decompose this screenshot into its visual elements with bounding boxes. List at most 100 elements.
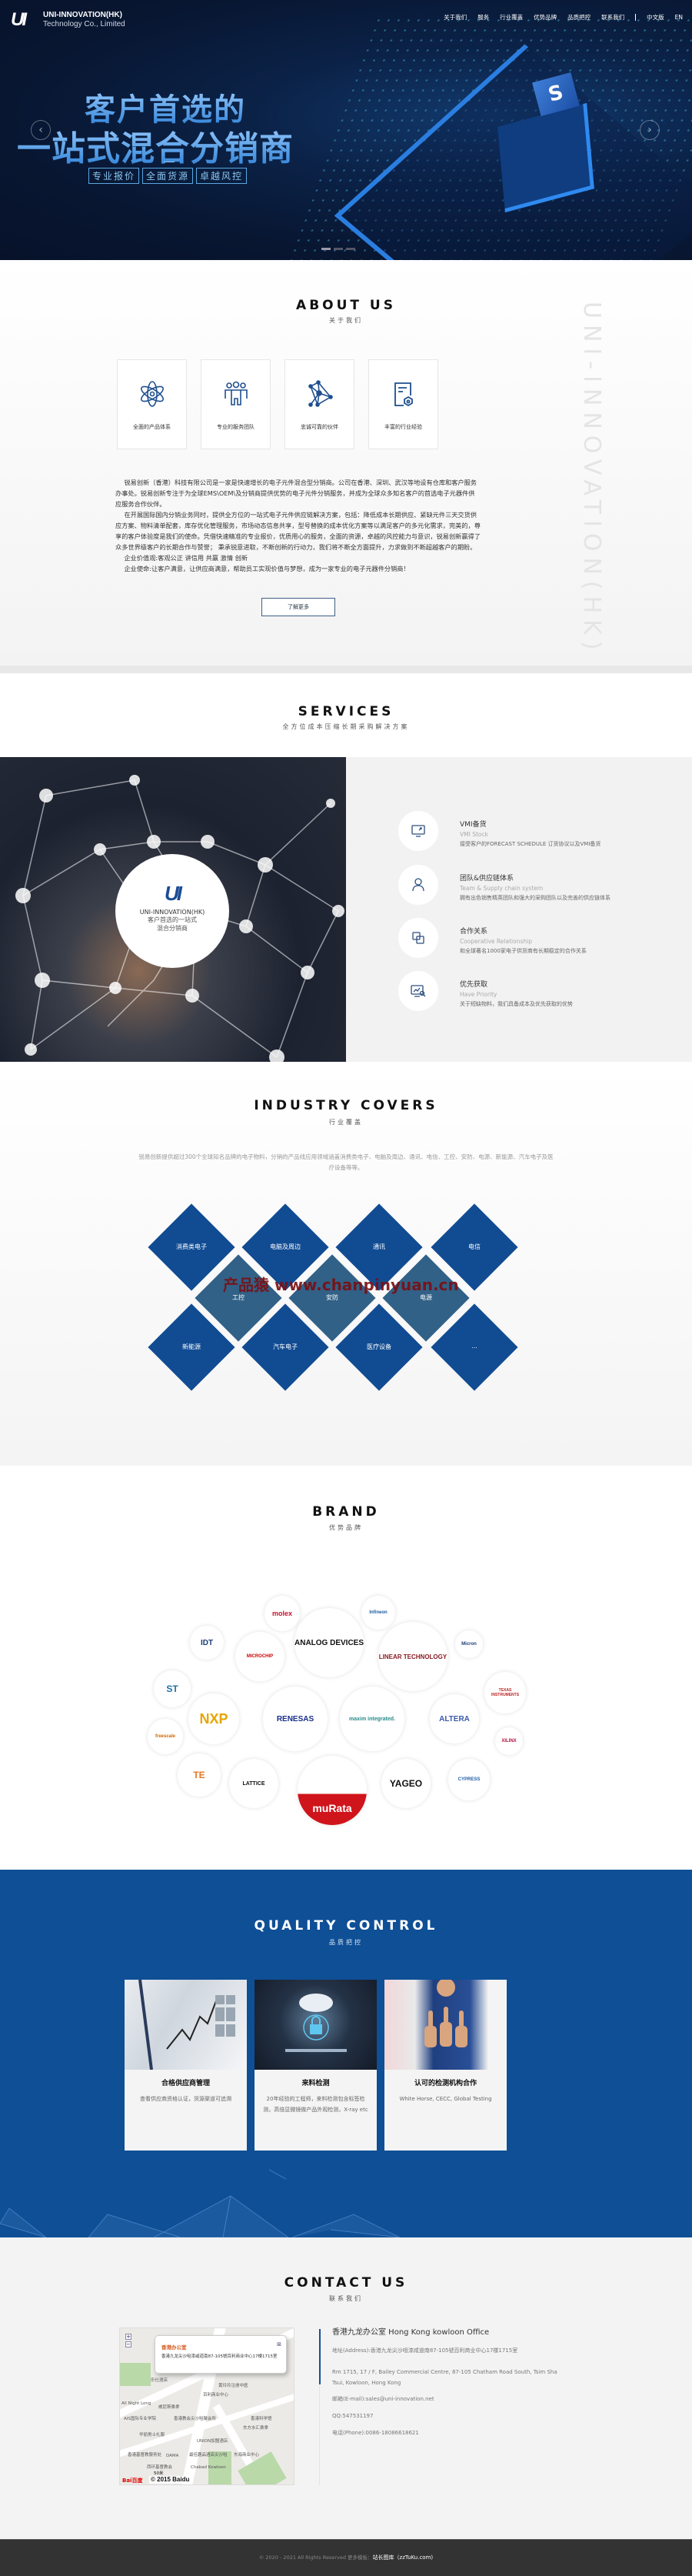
map-label: 香港科学馆 (251, 2417, 272, 2421)
brand-logo[interactable]: LATTICE (229, 1759, 278, 1808)
about-card: 丰富的行业经验 (368, 359, 438, 449)
brand-logo[interactable]: LINEAR TECHNOLOGY (378, 1622, 447, 1691)
about-paragraph: 在开展国际国内分销业务同时，提供全方位的一站式电子元件供应链解决方案，包括：降低… (115, 511, 481, 551)
section-divider (0, 666, 692, 673)
quality-card: 来料检测 20年经验的工程师，来料检测包含标签检测，高倍显微镜做产品外观检测，X… (255, 1980, 377, 2151)
chart-photo (125, 1980, 247, 2070)
brand-logo[interactable]: MICROCHIP (235, 1632, 284, 1681)
map-scale: 50米 (154, 2471, 164, 2476)
slide-dot[interactable] (334, 248, 343, 250)
service-item: 团队&供应链体系 Team & Supply chain system 拥有出色销售… (398, 865, 610, 905)
footer-link[interactable]: 站长图库（zzTuKu.com) (373, 2554, 434, 2561)
about-card-label: 丰富的行业经验 (384, 424, 422, 430)
brand-logo[interactable]: NXP (188, 1693, 239, 1744)
quality-card: 合格供应商管理 查看供应商资格认证，货源渠道可追溯 (125, 1980, 247, 2151)
map-copyright: © 2015 Baidu (149, 2476, 191, 2484)
brand-logo[interactable]: ST (154, 1670, 191, 1707)
brand-logo[interactable]: YAGEO (381, 1759, 431, 1808)
brand-logo[interactable]: CYPRESS (448, 1759, 490, 1800)
footer: © 2020 - 2021 All Rights Reserved 更多模板：站… (0, 2539, 692, 2576)
brand-subtitle: 优势品牌 (329, 1524, 363, 1531)
phone: 电话(Phone):0086-18086618621 (332, 2430, 419, 2436)
brand-logo[interactable]: freescale (148, 1719, 183, 1754)
brand-logo[interactable]: ANALOG DEVICES (294, 1608, 364, 1677)
watermark-overlay: 产品猿 www.chanpinyuan.cn (223, 1276, 459, 1294)
logo-line2: Technology Co., Limited (43, 20, 125, 28)
monitor-icon (398, 811, 438, 851)
quality-card-title: 合格供应商管理 (161, 2080, 210, 2087)
map-label: All Night Long (121, 2401, 151, 2406)
service-title: 优先获取 (460, 981, 488, 989)
close-icon[interactable]: ⊠ (277, 2341, 281, 2347)
nav-divider (635, 14, 637, 21)
brand-logo[interactable]: IDT (190, 1626, 224, 1660)
slide-dot[interactable] (321, 248, 331, 250)
industry-label: 汽车电子 (273, 1343, 298, 1350)
service-en: Cooperative Relationship (460, 938, 532, 945)
team-icon (224, 381, 248, 405)
quality-card-desc: 查看供应商资格认证，货源渠道可追溯 (140, 2096, 231, 2102)
service-en: Have Priority (460, 991, 497, 998)
nav-contact[interactable]: 联系我们 (601, 13, 624, 22)
brand-logo[interactable]: ALTERA (430, 1694, 479, 1743)
logo[interactable]: UI UNI-INNOVATION(HK) Technology Co., Li… (11, 10, 125, 30)
services-list-bg (346, 757, 692, 1062)
contact-subtitle: 联系我们 (329, 2295, 363, 2302)
brand-logo[interactable]: Infineon (361, 1596, 395, 1630)
about-card-label: 忠诚可靠的伙伴 (301, 424, 338, 430)
brand-logo[interactable]: molex (264, 1596, 300, 1631)
thumbs-up-photo (384, 1980, 507, 2070)
about-paragraph: 锐易创新（香港）科技有限公司是一家是快速增长的电子元件混合型分销商。公司在香港、… (115, 479, 477, 508)
nav-about[interactable]: 关于我们 (444, 13, 467, 22)
quality-subtitle: 品质把控 (329, 1939, 363, 1946)
brand-logo[interactable]: RENESAS (263, 1687, 328, 1751)
security-photo (255, 1980, 377, 2070)
about-card: 专业的服务团队 (201, 359, 271, 449)
contact-accent-bar (319, 2329, 321, 2384)
lang-cn[interactable]: 中文版 (647, 13, 664, 22)
map-label: 东方水汇桑拿 (243, 2426, 269, 2431)
brand-logo[interactable]: maxim integrated. (340, 1687, 404, 1751)
industry-label: 消费类电子 (176, 1243, 207, 1250)
quality-title: QUALITY CONTROL (254, 1918, 438, 1934)
map-label: 最佳趣品酒店尖沙咀 (189, 2453, 228, 2458)
nav-services[interactable]: 服务 (477, 13, 489, 22)
nav-industry[interactable]: 行业覆盖 (500, 13, 523, 22)
email[interactable]: 邮箱(E-mail):sales@uni-innovation.net (332, 2394, 563, 2404)
about-text: 锐易创新（香港）科技有限公司是一家是快速增长的电子元件混合型分销商。公司在香港、… (115, 477, 481, 574)
brand-logo[interactable]: Micron (455, 1630, 483, 1658)
hero-banner: S UI UNI-INNOVATION(HK) Technology Co., … (0, 0, 692, 260)
industry-desc: 锐易创新提供超过300个全球知名品牌的电子物料，分销的产品线应用领域涵盖消费类电… (138, 1153, 554, 1171)
contact-title: CONTACT US (284, 2275, 408, 2291)
slide-dot[interactable] (346, 248, 355, 250)
brand-logo[interactable]: TE (178, 1753, 221, 1797)
chevron-right-icon[interactable]: › (640, 120, 660, 140)
zoom-in-button[interactable]: + (125, 2334, 131, 2340)
quality-card-desc: 20年经验的工程师，来料检测包含标签检测，高倍显微镜做产品外观检测，X-ray … (263, 2096, 368, 2113)
nav-quality[interactable]: 品质把控 (567, 13, 591, 22)
industry-label: ... (471, 1343, 477, 1350)
map-label: 东海商业中心 (234, 2453, 260, 2458)
address-en: Rm 1715, 17 / F, Bailey Commercial Centr… (332, 2369, 557, 2386)
map-label: 百利商业中心 (203, 2393, 229, 2397)
brand-logo[interactable]: TEXAS INSTRUMENTS (484, 1672, 526, 1713)
hero-tag: 卓越风控 (196, 168, 248, 184)
map-label: UNION加盟酒店 (197, 2439, 228, 2444)
office-map[interactable]: 乐仕酒店 百利商业中心 黄玲玲注册中医 All Night Long 威尼斯桑拿… (119, 2327, 294, 2485)
contact-divider (319, 2385, 320, 2485)
chevron-left-icon[interactable]: ‹ (31, 120, 51, 140)
brand-circle-name: UNI-INNOVATION(HK) (139, 909, 205, 916)
zoom-out-button[interactable]: − (125, 2341, 131, 2347)
brand-logo[interactable]: muRata (298, 1756, 367, 1825)
copy-link-icon (398, 918, 438, 958)
about-mission: 企业使命:让客户满意，让供应商满意，帮助员工实现价值与梦想，成为一家专业的电子元… (124, 565, 410, 572)
service-en: VMI Stock (460, 831, 488, 838)
learn-more-button[interactable]: 了解更多 (261, 598, 335, 616)
brand-logo[interactable]: XILINX (495, 1727, 523, 1755)
brand-circle: UI UNI-INNOVATION(HK) 客户首选的一站式 混合分销商 (115, 854, 229, 968)
map-label: 香港教会尖沙咀聚会所 (174, 2417, 217, 2421)
hero-tags: 专业报价 全面货源 卓越风控 (88, 168, 248, 184)
lang-en[interactable]: EN (675, 14, 683, 21)
nav-brand[interactable]: 优势品牌 (534, 13, 557, 22)
about-card-label: 专业的服务团队 (217, 424, 255, 430)
